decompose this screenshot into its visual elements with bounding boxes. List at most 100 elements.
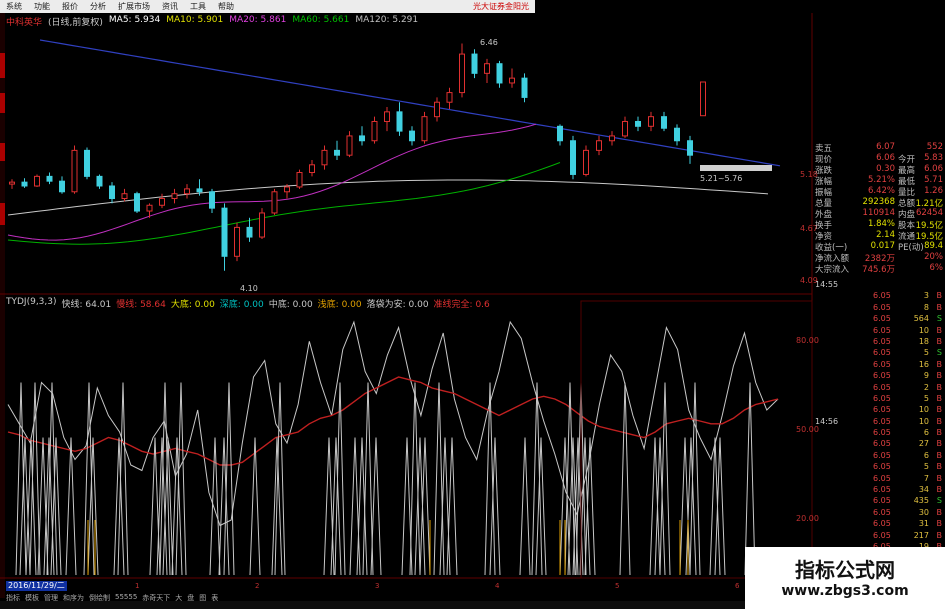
candle bbox=[146, 204, 153, 212]
quote-row: 换手 1.84% 股本 19.5亿 bbox=[813, 219, 945, 231]
x-tick-label: 1 bbox=[135, 582, 140, 590]
candle bbox=[159, 198, 165, 206]
candle bbox=[471, 53, 478, 74]
x-tick-label: 3 bbox=[375, 582, 380, 590]
tick-row: 6.05 10 B bbox=[813, 326, 945, 337]
candle bbox=[496, 63, 503, 84]
low-annotation: 4.10 bbox=[240, 284, 258, 293]
signal-spike bbox=[209, 437, 221, 576]
tick-volume: 5 bbox=[923, 348, 929, 358]
tick-volume: 7 bbox=[923, 473, 929, 483]
candle bbox=[59, 180, 65, 193]
candle bbox=[109, 185, 115, 200]
candle bbox=[446, 92, 453, 103]
quote-value: 1.84% bbox=[867, 219, 895, 229]
tick-side: B bbox=[936, 302, 943, 312]
signal-spike bbox=[159, 382, 171, 576]
indicator-name[interactable]: TYDJ(9,3,3) bbox=[6, 297, 57, 309]
ma20-line bbox=[7, 162, 561, 245]
candle bbox=[334, 149, 340, 156]
x-tick-label: 6 bbox=[735, 582, 740, 590]
tick-list[interactable]: 14:55 6.05 3 B 6.05 8 B 6.05 564 S 6.05 10 B 6.05 18 B 6… bbox=[813, 280, 945, 580]
quote-row: 大宗流入 745.6万 6% bbox=[813, 263, 945, 275]
candle bbox=[635, 120, 641, 127]
watermark-title: 指标公式网 bbox=[795, 558, 895, 582]
signal-spike bbox=[519, 437, 531, 576]
candle bbox=[371, 120, 378, 142]
tick-row: 14:55 bbox=[813, 280, 945, 291]
quote-value: 6.06 bbox=[924, 164, 943, 174]
candle bbox=[661, 116, 667, 129]
tick-row: 6.05 27 B bbox=[813, 439, 945, 450]
tick-row: 6.05 34 B bbox=[813, 485, 945, 496]
tick-volume: 5 bbox=[923, 393, 929, 403]
candle bbox=[84, 149, 90, 177]
indicator-slow: 慢线: 58.64 bbox=[116, 300, 166, 310]
tick-price: 6.05 bbox=[873, 314, 891, 324]
quote-row: 外盘 110914 内盘 62454 bbox=[813, 208, 945, 220]
tick-side: B bbox=[936, 291, 943, 301]
quote-value: 292368 bbox=[862, 197, 895, 207]
quote-value: 5.21% bbox=[867, 175, 895, 185]
ma120-line bbox=[39, 39, 781, 167]
tick-row: 6.05 5 B bbox=[813, 394, 945, 405]
tick-volume: 435 bbox=[913, 496, 929, 506]
tick-price: 6.05 bbox=[873, 439, 891, 449]
signal-spike bbox=[649, 437, 661, 576]
tick-volume: 16 bbox=[918, 359, 929, 369]
tick-row: 14:56 6.05 10 B bbox=[813, 417, 945, 428]
candle bbox=[700, 81, 706, 117]
tick-row: 6.05 6 B bbox=[813, 451, 945, 462]
tick-side: S bbox=[936, 314, 942, 324]
candle bbox=[434, 101, 440, 118]
tick-row: 6.05 18 B bbox=[813, 337, 945, 348]
quote-value: 6.07 bbox=[876, 142, 895, 152]
tick-side: B bbox=[936, 507, 943, 517]
tick-side: B bbox=[936, 371, 943, 381]
mid-annotation: 5.21~5.76 bbox=[700, 174, 743, 183]
tick-time: 14:56 bbox=[815, 416, 839, 426]
tick-row: 6.05 16 B bbox=[813, 360, 945, 371]
indicator-take-profit: 落袋为安: 0.00 bbox=[366, 300, 429, 310]
tick-row: 6.05 3 B bbox=[813, 291, 945, 302]
tick-row: 6.05 7 B bbox=[813, 474, 945, 485]
tick-row: 6.05 30 B bbox=[813, 508, 945, 519]
quote-value: 110914 bbox=[862, 208, 895, 218]
quote-row: 总量 292368 总额 1.21亿 bbox=[813, 197, 945, 209]
indicator-fast: 快线: 64.01 bbox=[61, 300, 112, 310]
tick-price: 6.05 bbox=[873, 428, 891, 438]
tick-volume: 217 bbox=[913, 530, 929, 540]
candle bbox=[459, 53, 465, 94]
tick-price: 6.05 bbox=[873, 507, 891, 517]
candle bbox=[321, 149, 328, 166]
tick-volume: 3 bbox=[923, 291, 929, 301]
tick-price: 6.05 bbox=[873, 348, 891, 358]
ma10-line bbox=[7, 123, 537, 241]
candle bbox=[648, 116, 654, 127]
tick-volume: 2 bbox=[923, 382, 929, 392]
tick-side: S bbox=[936, 496, 942, 506]
tick-price: 6.05 bbox=[873, 485, 891, 495]
indicator-ref: 准线完全: 0.6 bbox=[433, 300, 490, 310]
tick-side: B bbox=[936, 473, 943, 483]
candle bbox=[134, 193, 140, 212]
tick-row: 6.05 9 B bbox=[813, 371, 945, 382]
candle bbox=[687, 140, 693, 156]
tick-price: 6.05 bbox=[873, 302, 891, 312]
candle bbox=[396, 111, 403, 132]
quote-value: 552 bbox=[926, 142, 943, 152]
candle bbox=[609, 135, 615, 142]
indicator-title-bar: TYDJ(9,3,3) 快线: 64.01 慢线: 58.64 大底: 0.00… bbox=[6, 297, 490, 310]
candle bbox=[9, 181, 15, 185]
tick-side: B bbox=[936, 382, 943, 392]
quote-value: 1.26 bbox=[924, 186, 943, 196]
x-tick-label: 4 bbox=[495, 582, 500, 590]
candle bbox=[557, 125, 563, 142]
tick-volume: 27 bbox=[918, 439, 929, 449]
tick-price: 6.05 bbox=[873, 291, 891, 301]
candle bbox=[96, 175, 103, 187]
candle bbox=[309, 164, 315, 174]
tick-row: 6.05 10 B bbox=[813, 405, 945, 416]
quote-row: 现价 6.06 今开 5.83 bbox=[813, 153, 945, 165]
candle bbox=[209, 191, 215, 209]
